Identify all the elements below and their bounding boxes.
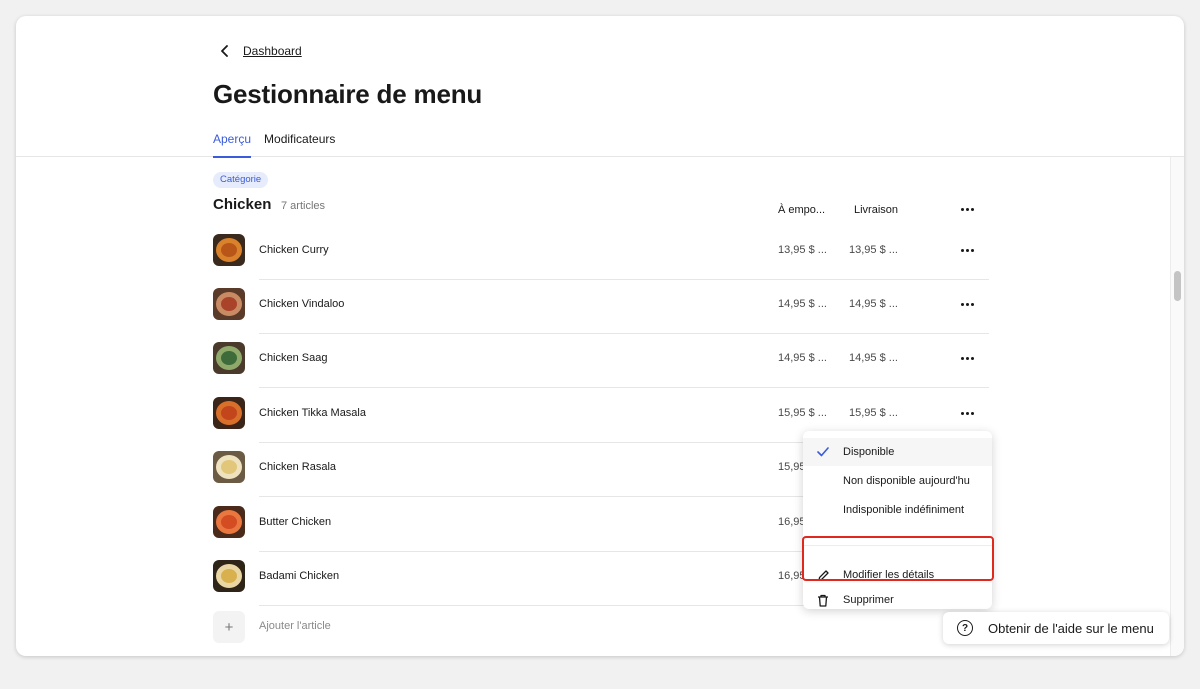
item-price-delivery: 14,95 $ ...	[849, 298, 898, 310]
item-name: Chicken Vindaloo	[259, 298, 345, 310]
question-icon: ?	[957, 620, 973, 636]
item-price-delivery: 14,95 $ ...	[849, 352, 898, 364]
item-price-takeout: 15,95	[778, 461, 806, 473]
column-header-takeout: À empo...	[778, 204, 826, 216]
menu-item-row[interactable]: Chicken Vindaloo 14,95 $ ... 14,95 $ ...	[213, 288, 989, 342]
food-image	[213, 342, 245, 374]
item-price-delivery: 13,95 $ ...	[849, 244, 898, 256]
tab-apercu[interactable]: Aperçu	[213, 129, 252, 158]
menu-item-row[interactable]: Chicken Saag 14,95 $ ... 14,95 $ ...	[213, 342, 989, 396]
food-image	[213, 234, 245, 266]
menu-item-unavailable-today[interactable]: Non disponible aujourd'hu	[803, 467, 992, 495]
menu-item-row[interactable]: Chicken Curry 13,95 $ ... 13,95 $ ...	[213, 234, 989, 288]
food-image	[213, 397, 245, 429]
menu-item-label: Non disponible aujourd'hu	[843, 475, 970, 487]
check-icon	[803, 438, 843, 466]
menu-item-label: Disponible	[843, 446, 895, 458]
item-price-takeout: 14,95 $ ...	[778, 352, 827, 364]
tab-modificateurs[interactable]: Modificateurs	[264, 129, 335, 157]
dashboard-link[interactable]: Dashboard	[243, 44, 302, 58]
item-name: Chicken Tikka Masala	[259, 407, 366, 419]
item-price-takeout: 13,95 $ ...	[778, 244, 827, 256]
row-divider	[259, 333, 989, 334]
item-price-delivery: 15,95 $ ...	[849, 407, 898, 419]
help-button-label: Obtenir de l'aide sur le menu	[988, 620, 1154, 636]
item-name: Butter Chicken	[259, 516, 332, 528]
app-window: Dashboard Gestionnaire de menu Aperçu Mo…	[16, 16, 1184, 656]
item-name: Chicken Saag	[259, 352, 328, 364]
plus-icon[interactable]: +	[213, 611, 245, 643]
item-price-takeout: 15,95 $ ...	[778, 407, 827, 419]
more-options-icon[interactable]	[956, 296, 978, 312]
food-image	[213, 506, 245, 538]
more-options-icon[interactable]	[956, 242, 978, 258]
page-title: Gestionnaire de menu	[213, 79, 483, 109]
item-options-dropdown: Disponible Non disponible aujourd'hu Ind…	[803, 431, 992, 609]
scrollbar-track[interactable]	[1170, 157, 1184, 656]
item-name: Chicken Curry	[259, 244, 329, 256]
category-more-options-icon[interactable]	[956, 201, 978, 217]
menu-item-unavailable-indefinitely[interactable]: Indisponible indéfiniment	[803, 496, 992, 524]
food-image	[213, 560, 245, 592]
page-header: Dashboard Gestionnaire de menu Aperçu Mo…	[16, 16, 1184, 158]
row-divider	[259, 279, 989, 280]
tab-bar: Aperçu Modificateurs	[213, 129, 348, 158]
food-image	[213, 451, 245, 483]
food-image	[213, 288, 245, 320]
item-price-takeout: 16,95	[778, 516, 806, 528]
chevron-left-icon[interactable]	[214, 42, 234, 60]
item-price-takeout: 14,95 $ ...	[778, 298, 827, 310]
menu-item-label: Indisponible indéfiniment	[843, 504, 965, 516]
help-button[interactable]: ? Obtenir de l'aide sur le menu	[943, 612, 1169, 644]
item-name: Badami Chicken	[259, 570, 340, 582]
add-item-label[interactable]: Ajouter l'article	[259, 620, 331, 632]
scrollbar-thumb[interactable]	[1174, 271, 1181, 301]
column-header-delivery: Livraison	[854, 204, 899, 216]
category-badge: Catégorie	[213, 172, 269, 188]
more-options-icon[interactable]	[956, 350, 978, 366]
category-name: Chicken	[213, 196, 272, 213]
menu-item-disponible[interactable]: Disponible	[803, 438, 992, 466]
category-item-count: 7 articles	[281, 200, 326, 212]
trash-icon	[803, 586, 843, 614]
row-divider	[259, 387, 989, 388]
menu-item-delete[interactable]: Supprimer	[803, 590, 992, 610]
item-name: Chicken Rasala	[259, 461, 337, 473]
breadcrumb: Dashboard	[214, 42, 302, 60]
more-options-icon[interactable]	[956, 405, 978, 421]
menu-item-label: Supprimer	[843, 594, 894, 606]
highlight-outline	[802, 536, 994, 581]
